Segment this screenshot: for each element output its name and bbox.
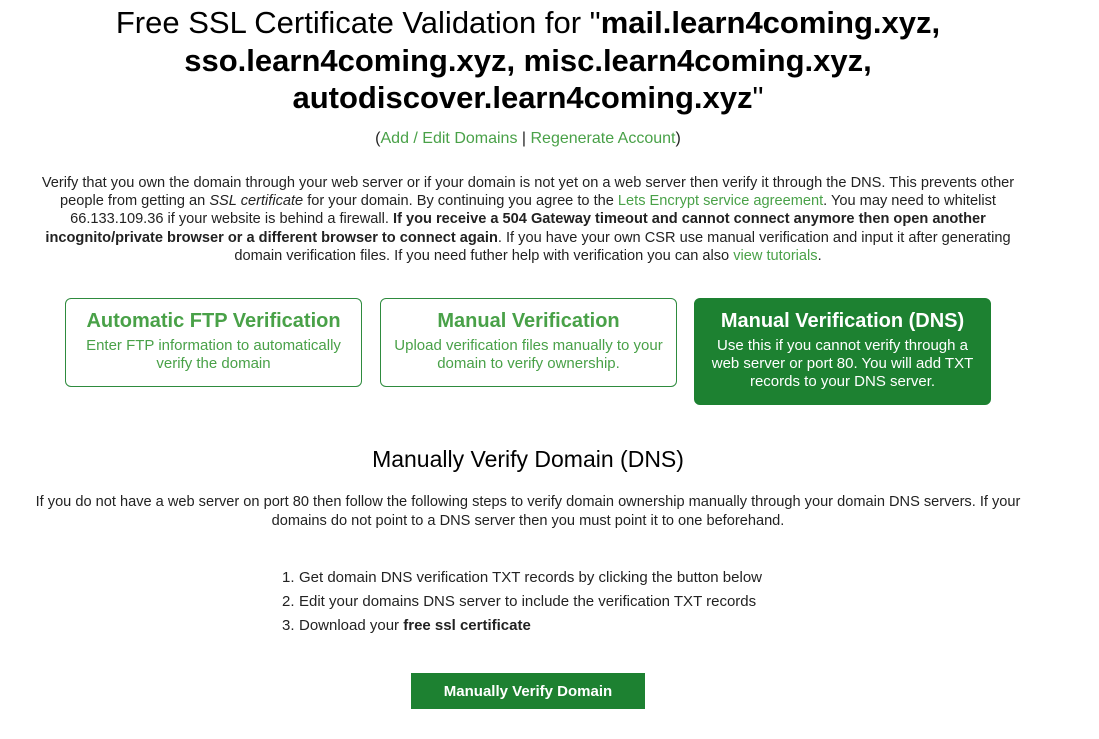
- step-number: 1.: [282, 569, 295, 586]
- intro-part-2: for your domain. By continuing you agree…: [303, 193, 618, 210]
- regenerate-account-link[interactable]: Regenerate Account: [531, 130, 676, 147]
- manually-verify-domain-button[interactable]: Manually Verify Domain: [411, 673, 645, 709]
- method-card-ftp[interactable]: Automatic FTP Verification Enter FTP inf…: [65, 298, 362, 387]
- title-suffix: ": [752, 80, 764, 115]
- method-card-title: Automatic FTP Verification: [86, 310, 341, 332]
- step-bold: free ssl certificate: [403, 617, 531, 634]
- step-text: Get domain DNS verification TXT records …: [299, 569, 762, 586]
- intro-part-5: .: [817, 247, 822, 264]
- step-text: Edit your domains DNS server to include …: [299, 593, 757, 610]
- method-card-desc: Use this if you cannot verify through a …: [711, 337, 974, 390]
- method-card-desc: Enter FTP information to automatically v…: [86, 337, 341, 372]
- domain-links: (Add / Edit Domains | Regenerate Account…: [0, 129, 1056, 149]
- intro-text: Verify that you own the domain through y…: [28, 174, 1028, 265]
- list-item: 1. Get domain DNS verification TXT record…: [282, 566, 762, 590]
- dns-section-title: Manually Verify Domain (DNS): [372, 446, 684, 472]
- list-item: 3. Download your free ssl certificate: [282, 614, 762, 638]
- list-item: 2. Edit your domains DNS server to includ…: [282, 590, 762, 614]
- dns-section-desc: If you do not have a web server on port …: [35, 494, 1021, 529]
- page: Free SSL Certificate Validation for "mai…: [0, 0, 1099, 739]
- add-edit-domains-link[interactable]: Add / Edit Domains: [381, 130, 518, 147]
- step-number: 3.: [282, 617, 295, 634]
- method-card-manual[interactable]: Manual Verification Upload verification …: [380, 298, 677, 387]
- method-card-title: Manual Verification: [437, 310, 620, 332]
- title-prefix: Free SSL Certificate Validation for ": [115, 5, 601, 40]
- view-tutorials-link[interactable]: view tutorials: [733, 248, 817, 264]
- method-card-desc: Upload verification files manually to yo…: [394, 337, 663, 372]
- steps-list: 1. Get domain DNS verification TXT record…: [282, 566, 762, 638]
- step-number: 2.: [282, 593, 295, 610]
- lets-encrypt-agreement-link[interactable]: Lets Encrypt service agreement: [618, 193, 823, 209]
- step-text: Download your: [299, 617, 404, 634]
- method-card-title: Manual Verification (DNS): [720, 310, 965, 332]
- intro-italic: SSL certificate: [209, 193, 304, 210]
- page-title: Free SSL Certificate Validation for "mai…: [0, 4, 1056, 117]
- close-paren: ): [675, 130, 681, 147]
- method-card-dns[interactable]: Manual Verification (DNS) Use this if yo…: [694, 298, 991, 405]
- link-separator: |: [517, 130, 531, 147]
